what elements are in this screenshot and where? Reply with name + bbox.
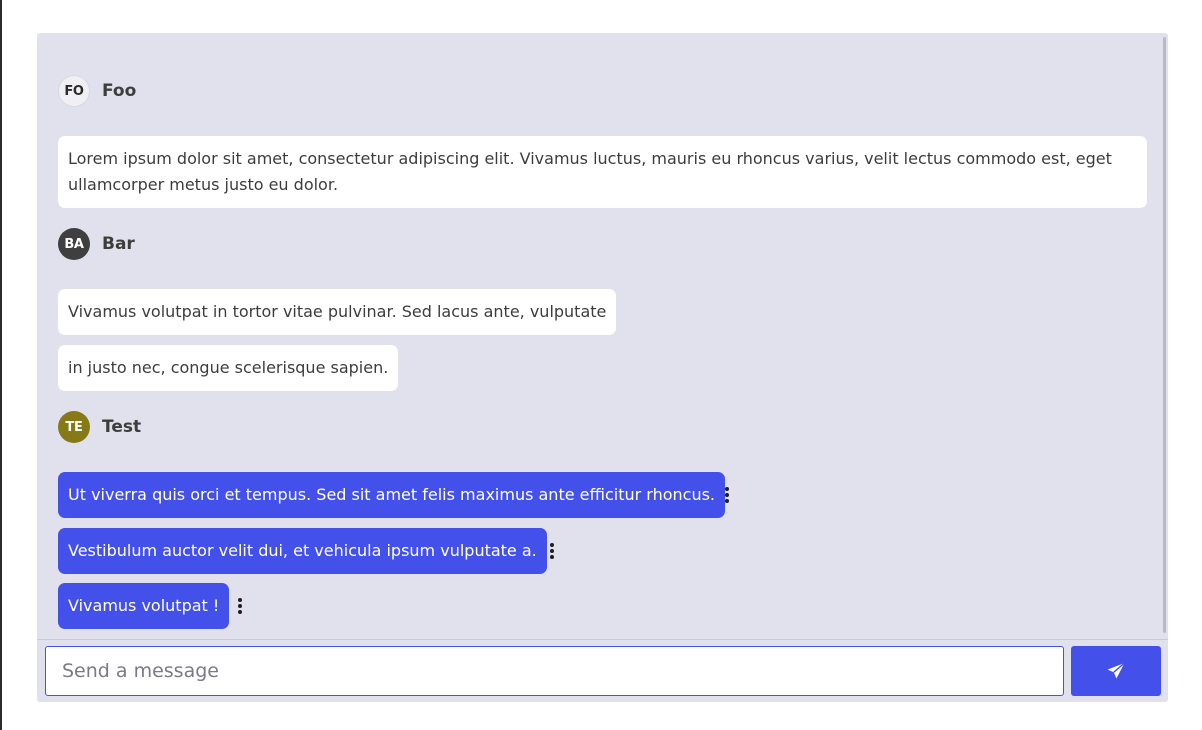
more-vertical-icon[interactable] bbox=[544, 541, 560, 561]
message-author-foo: FO Foo bbox=[58, 75, 136, 107]
message-bubble: in justo nec, congue scelerisque sapien. bbox=[58, 345, 399, 391]
avatar-test: TE bbox=[58, 411, 90, 443]
message-author-bar: BA Bar bbox=[58, 228, 135, 260]
paper-plane-icon bbox=[1107, 662, 1125, 679]
message-input[interactable] bbox=[45, 646, 1064, 696]
more-vertical-icon[interactable] bbox=[719, 485, 735, 505]
author-name-test: Test bbox=[102, 417, 142, 437]
message-bubble: Lorem ipsum dolor sit amet, consectetur … bbox=[58, 136, 1147, 208]
message-list-scrollbar[interactable] bbox=[1163, 37, 1166, 633]
composer-divider bbox=[37, 639, 1168, 640]
message-author-test: TE Test bbox=[58, 411, 141, 443]
chat-panel: FO Foo Lorem ipsum dolor sit amet, conse… bbox=[37, 33, 1168, 702]
own-message-bubble: Vestibulum auctor velit dui, et vehicula… bbox=[58, 528, 547, 574]
own-message-bubble: Vivamus volutpat ! bbox=[58, 583, 230, 629]
author-name-bar: Bar bbox=[102, 234, 135, 254]
window-left-border bbox=[0, 0, 2, 730]
send-button[interactable] bbox=[1071, 646, 1161, 696]
avatar-bar: BA bbox=[58, 228, 90, 260]
own-message-bubble: Ut viverra quis orci et tempus. Sed sit … bbox=[58, 472, 726, 518]
more-vertical-icon[interactable] bbox=[232, 596, 248, 616]
message-bubble: Vivamus volutpat in tortor vitae pulvina… bbox=[58, 289, 617, 335]
message-list[interactable]: FO Foo Lorem ipsum dolor sit amet, conse… bbox=[37, 33, 1168, 639]
avatar-foo: FO bbox=[58, 75, 90, 107]
author-name-foo: Foo bbox=[102, 81, 137, 101]
